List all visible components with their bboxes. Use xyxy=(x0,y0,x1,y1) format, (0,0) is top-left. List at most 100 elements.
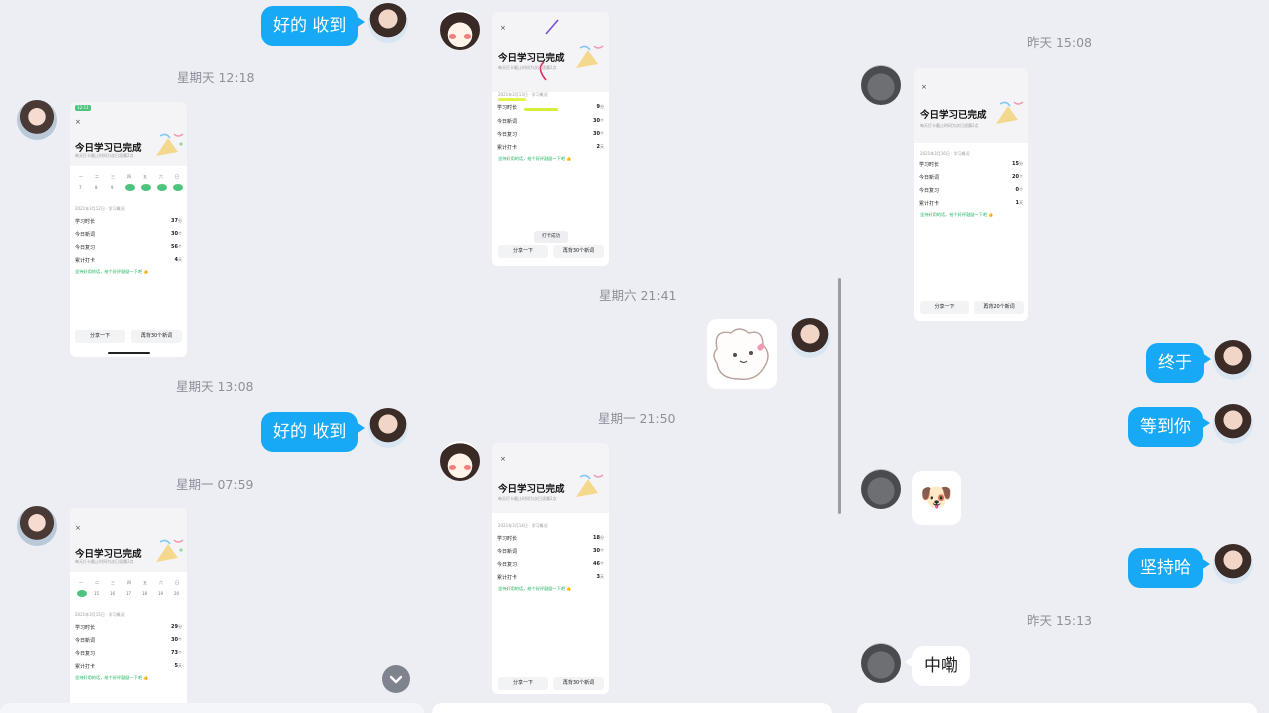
date-label: 8 xyxy=(95,185,98,190)
stat-unit: 个 xyxy=(178,244,182,249)
message-bubble-sent[interactable]: 坚持哈 xyxy=(1128,548,1210,588)
image-message-screenshot[interactable]: 12:11 × 今日学习已完成 每天打卡截止时间为次日凌晨2点 一 二 三 四 … xyxy=(70,102,187,357)
input-bar[interactable] xyxy=(0,703,424,713)
stat-label: 今日新词 xyxy=(497,549,518,555)
image-message-screenshot[interactable]: × 今日学习已完成 每天打卡截止时间为次日凌晨2点 2021年3月14日 · 学… xyxy=(492,443,609,694)
date-label: 17 xyxy=(126,591,132,596)
close-icon: × xyxy=(75,524,81,532)
screenshot-title: 今日学习已完成 xyxy=(498,484,565,495)
weekday-label: 四 xyxy=(127,174,131,179)
section-heading: 2021年3月15日 · 学习概况 xyxy=(75,612,125,617)
scroll-to-bottom-button[interactable] xyxy=(382,665,410,693)
stat-row: 今日复习 0个 xyxy=(919,187,1023,195)
learn-more-button: 再背30个新词 xyxy=(131,330,182,343)
weekday-label: 一 xyxy=(79,174,83,179)
screenshot-title: 今日学习已完成 xyxy=(920,110,987,121)
stat-unit: 分 xyxy=(1019,161,1023,166)
stat-label: 今日复习 xyxy=(919,188,940,194)
stat-unit: 个 xyxy=(600,548,604,553)
avatar[interactable] xyxy=(1213,404,1253,444)
home-indicator xyxy=(108,352,150,354)
avatar[interactable] xyxy=(17,506,57,546)
stat-value: 30 xyxy=(593,548,600,554)
screenshot-title: 今日学习已完成 xyxy=(75,549,142,560)
image-message-screenshot[interactable]: × 今日学习已完成 每天打卡截止时间为次日凌晨2点 2021年3月13日 · 学… xyxy=(492,12,609,266)
image-message-screenshot[interactable]: 12:07 × 今日学习已完成 每天打卡截止时间为次日凌晨2点 2021年3月1… xyxy=(914,68,1028,321)
avatar[interactable] xyxy=(790,318,830,358)
message-bubble-received[interactable]: 中嘞 xyxy=(905,646,970,686)
stat-row: 今日新词 30个 xyxy=(497,118,604,126)
stat-label: 学习时长 xyxy=(75,625,96,631)
input-bar[interactable] xyxy=(432,703,832,713)
stat-label: 今日新词 xyxy=(75,232,96,238)
leaf-icon xyxy=(77,590,87,597)
stat-row: 累计打卡 5天 xyxy=(75,663,182,671)
stat-label: 今日新词 xyxy=(75,638,96,644)
stat-row: 今日复习 56个 xyxy=(75,244,182,252)
close-icon: × xyxy=(500,24,506,32)
confetti-icon xyxy=(996,101,1024,124)
stat-row: 累计打卡 1天 xyxy=(919,200,1023,208)
avatar[interactable] xyxy=(440,441,480,481)
sticker-message[interactable]: 🐶 xyxy=(912,471,961,525)
message-bubble-sent[interactable]: 好的 收到 xyxy=(261,412,366,452)
close-icon: × xyxy=(75,118,81,126)
avatar[interactable] xyxy=(1213,340,1253,380)
stat-label: 累计打卡 xyxy=(497,575,518,581)
stat-unit: 个 xyxy=(600,118,604,123)
scrollbar[interactable] xyxy=(838,278,841,514)
date-label: 9 xyxy=(111,185,114,190)
message-bubble-sent[interactable]: 等到你 xyxy=(1128,407,1210,447)
message-bubble-sent[interactable]: 终于 xyxy=(1146,343,1211,383)
stat-label: 今日复习 xyxy=(75,651,96,657)
avatar[interactable] xyxy=(368,3,408,43)
praise-text: 坚持好用的话，给个好评鼓励一下吧 👍 xyxy=(920,212,994,217)
screenshot-subtitle: 每天打卡截止时间为次日凌晨2点 xyxy=(498,496,557,501)
stat-label: 学习时长 xyxy=(75,219,96,225)
stat-row: 今日复习 73个 xyxy=(75,650,182,658)
avatar[interactable] xyxy=(368,408,408,448)
stat-row: 学习时长 37分 xyxy=(75,218,182,226)
stat-unit: 个 xyxy=(178,637,182,642)
avatar[interactable] xyxy=(861,65,901,105)
toast: 打卡成功 xyxy=(534,231,568,243)
stat-label: 今日复习 xyxy=(75,245,96,251)
screenshot-subtitle: 每天打卡截止时间为次日凌晨2点 xyxy=(75,153,134,158)
avatar[interactable] xyxy=(1213,544,1253,584)
stat-unit: 个 xyxy=(600,561,604,566)
weekday-label: 一 xyxy=(79,580,83,585)
input-bar[interactable] xyxy=(857,703,1257,713)
avatar[interactable] xyxy=(17,100,57,140)
stat-value: 56 xyxy=(171,244,178,250)
stat-value: 18 xyxy=(593,535,600,541)
chat-panel-left: 好的 收到 星期天 12:18 12:11 × 今日学习已完成 每天打卡截止时间… xyxy=(0,0,424,713)
stat-row: 今日复习 30个 xyxy=(497,131,604,139)
image-message-screenshot[interactable]: 7:59 × 今日学习已完成 每天打卡截止时间为次日凌晨2点 一 二 三 四 五… xyxy=(70,508,187,708)
weekday-label: 六 xyxy=(159,174,163,179)
screenshot-subtitle: 每天打卡截止时间为次日凌晨2点 xyxy=(75,559,134,564)
date-label: 18 xyxy=(142,591,148,596)
stat-value: 30 xyxy=(593,118,600,124)
share-button: 分享一下 xyxy=(498,677,548,690)
stat-unit: 个 xyxy=(1019,187,1023,192)
avatar[interactable] xyxy=(440,10,480,50)
stat-row: 今日新词 30个 xyxy=(75,637,182,645)
avatar[interactable] xyxy=(861,469,901,509)
stat-label: 累计打卡 xyxy=(75,258,96,264)
avatar[interactable] xyxy=(861,643,901,683)
praise-text: 坚持好用的话，给个好评鼓励一下吧 👍 xyxy=(498,586,572,591)
weekday-label: 三 xyxy=(111,174,115,179)
section-heading: 2021年3月12日 · 学习概况 xyxy=(75,206,125,211)
leaf-icon xyxy=(157,184,167,191)
date-label: 15 xyxy=(94,591,100,596)
timestamp: 昨天 15:13 xyxy=(1027,613,1092,628)
status-time: 12:11 xyxy=(75,105,91,111)
stat-row: 累计打卡 4天 xyxy=(75,257,182,265)
message-bubble-sent[interactable]: 好的 收到 xyxy=(261,6,366,46)
stat-unit: 天 xyxy=(1019,200,1023,205)
stat-row: 今日新词 30个 xyxy=(75,231,182,239)
timestamp: 星期六 21:41 xyxy=(599,288,677,303)
praise-text: 坚持好用的话，给个好评鼓励一下吧 👍 xyxy=(75,269,149,274)
section-heading: 2021年3月14日 · 学习概况 xyxy=(498,523,548,528)
sticker-message[interactable] xyxy=(707,319,777,389)
